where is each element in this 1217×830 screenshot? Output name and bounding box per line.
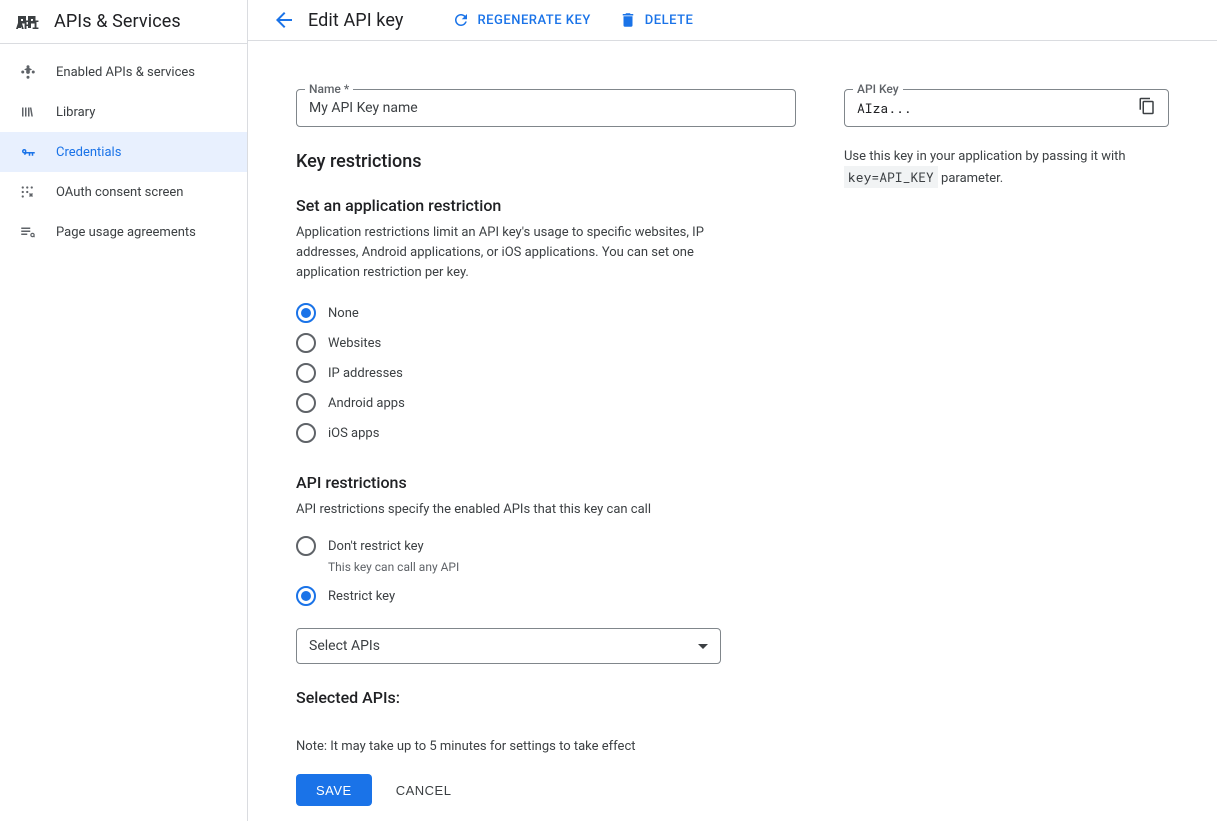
api-restriction-heading: API restrictions [296, 473, 796, 492]
select-apis-dropdown[interactable]: Select APIs [296, 628, 721, 664]
regenerate-label: Regenerate Key [478, 13, 591, 28]
api-key-value: AIza... [857, 99, 1138, 117]
radio-restrict-key[interactable]: Restrict key [296, 584, 796, 608]
sidebar-header: API APIs & Services [0, 0, 247, 44]
key-icon [16, 140, 40, 164]
back-button[interactable] [264, 0, 304, 40]
copy-icon [1138, 97, 1156, 115]
radio-icon [296, 363, 316, 383]
selected-apis-heading: Selected APIs: [296, 688, 796, 707]
radio-icon [296, 586, 316, 606]
radio-none[interactable]: None [296, 301, 796, 325]
key-restrictions-heading: Key restrictions [296, 151, 796, 172]
sidebar-nav: Enabled APIs & services Library Credenti… [0, 44, 247, 252]
radio-android-apps[interactable]: Android apps [296, 391, 796, 415]
sidebar-item-label: Credentials [56, 145, 121, 160]
sidebar: API APIs & Services Enabled APIs & servi… [0, 0, 248, 821]
product-title: APIs & Services [54, 11, 181, 32]
chevron-down-icon [698, 644, 708, 649]
app-restriction-radios: None Websites IP addresses Android apps [296, 301, 796, 445]
api-key-label: API Key [853, 82, 903, 96]
sidebar-item-oauth-consent[interactable]: OAuth consent screen [0, 172, 247, 212]
radio-label: Websites [328, 336, 381, 351]
sidebar-item-label: Enabled APIs & services [56, 65, 195, 80]
sidebar-item-label: Page usage agreements [56, 225, 196, 240]
api-logo-icon: API [16, 10, 40, 34]
radio-label: None [328, 306, 359, 321]
app-restriction-heading: Set an application restriction [296, 196, 796, 215]
name-label: Name * [305, 82, 353, 96]
svg-text:API: API [16, 18, 39, 33]
name-field-wrap: Name * [296, 89, 796, 127]
radio-ip-addresses[interactable]: IP addresses [296, 361, 796, 385]
radio-label: IP addresses [328, 366, 403, 381]
radio-icon [296, 303, 316, 323]
radio-label: Don't restrict key [328, 539, 424, 554]
toolbar: Edit API key Regenerate Key Delete [248, 0, 1217, 41]
footer-buttons: SAVE CANCEL [296, 774, 796, 806]
dashboard-icon [16, 60, 40, 84]
sidebar-item-label: OAuth consent screen [56, 185, 183, 200]
main-content: Edit API key Regenerate Key Delete Name … [248, 0, 1217, 821]
api-restriction-desc: API restrictions specify the enabled API… [296, 500, 716, 520]
sidebar-item-credentials[interactable]: Credentials [0, 132, 247, 172]
delete-label: Delete [645, 13, 694, 28]
select-placeholder: Select APIs [309, 638, 380, 654]
settings-note: Note: It may take up to 5 minutes for se… [296, 739, 796, 754]
copy-button[interactable] [1138, 97, 1156, 119]
radio-websites[interactable]: Websites [296, 331, 796, 355]
api-key-helper-text: Use this key in your application by pass… [844, 147, 1169, 189]
refresh-icon [452, 11, 470, 29]
radio-icon [296, 393, 316, 413]
radio-label: Android apps [328, 396, 405, 411]
sidebar-item-page-usage[interactable]: Page usage agreements [0, 212, 247, 252]
radio-label: Restrict key [328, 589, 395, 604]
page-title: Edit API key [308, 10, 404, 31]
api-restriction-radios: Don't restrict key This key can call any… [296, 534, 796, 608]
sidebar-item-library[interactable]: Library [0, 92, 247, 132]
delete-button[interactable]: Delete [619, 11, 694, 29]
radio-sublabel: This key can call any API [328, 560, 796, 574]
agreements-icon [16, 220, 40, 244]
sidebar-item-label: Library [56, 105, 95, 120]
trash-icon [619, 11, 637, 29]
radio-ios-apps[interactable]: iOS apps [296, 421, 796, 445]
library-icon [16, 100, 40, 124]
radio-label: iOS apps [328, 426, 379, 441]
app-restriction-desc: Application restrictions limit an API ke… [296, 223, 716, 283]
regenerate-key-button[interactable]: Regenerate Key [452, 11, 591, 29]
radio-icon [296, 536, 316, 556]
consent-screen-icon [16, 180, 40, 204]
code-snippet: key=API_KEY [844, 166, 938, 188]
api-key-field-wrap: API Key AIza... [844, 89, 1169, 127]
name-input[interactable] [309, 100, 783, 116]
cancel-button[interactable]: CANCEL [396, 783, 452, 798]
sidebar-item-enabled-apis[interactable]: Enabled APIs & services [0, 52, 247, 92]
radio-dont-restrict[interactable]: Don't restrict key [296, 534, 796, 558]
radio-icon [296, 333, 316, 353]
radio-icon [296, 423, 316, 443]
save-button[interactable]: SAVE [296, 774, 372, 806]
